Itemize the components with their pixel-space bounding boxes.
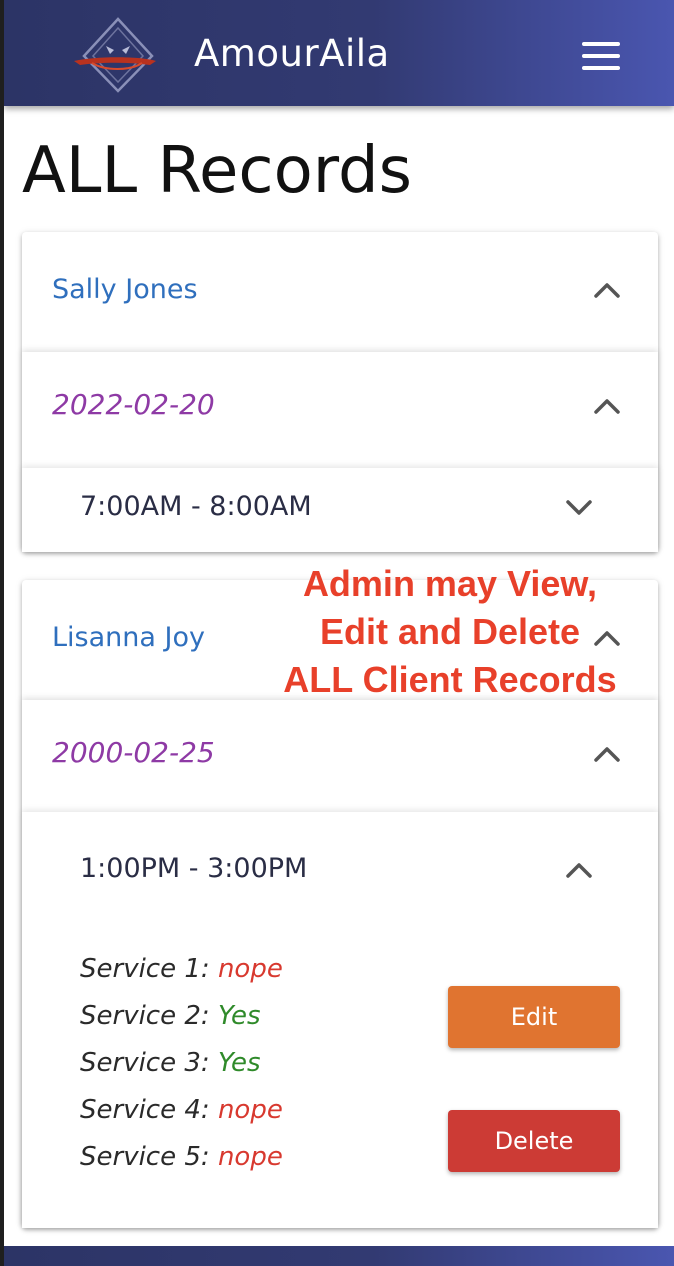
service-label: Service 1: [80, 954, 210, 984]
app-title[interactable]: AmourAila [194, 31, 390, 77]
app-logo-icon[interactable] [70, 16, 162, 94]
edit-button[interactable]: Edit [448, 986, 620, 1048]
service-row: Service 3: Yes [80, 1046, 261, 1080]
record-date[interactable]: 2022-02-20 [52, 388, 215, 422]
chevron-up-icon[interactable] [592, 744, 622, 764]
chevron-up-icon[interactable] [592, 280, 622, 300]
chevron-down-icon[interactable] [564, 498, 594, 518]
service-row: Service 1: nope [80, 952, 283, 986]
record-date[interactable]: 2000-02-25 [52, 736, 215, 770]
hamburger-menu-icon[interactable] [574, 36, 626, 76]
service-label: Service 2: [80, 1001, 210, 1031]
client-name[interactable]: Sally Jones [52, 273, 198, 307]
app-bar: AmourAila [4, 0, 674, 106]
date-panel: 2000-02-25 1:00PM - 3:00PM Service 1: no… [22, 700, 658, 1228]
service-row: Service 4: nope [80, 1093, 283, 1127]
admin-annotation: Admin may View, Edit and Delete ALL Clie… [240, 560, 660, 704]
service-value: nope [217, 1095, 283, 1125]
bottom-bar [4, 1246, 674, 1266]
time-slot[interactable]: 1:00PM - 3:00PM [80, 852, 307, 886]
time-slot-panel: 1:00PM - 3:00PM Service 1: nope Service … [22, 812, 658, 1228]
app-frame: AmourAila ALL Records Sally Jones 2022-0… [0, 0, 674, 1266]
annotation-line: Edit and Delete [319, 611, 581, 652]
client-record-card: Sally Jones 2022-02-20 7:00AM - 8:00AM [22, 232, 658, 552]
date-panel: 2022-02-20 7:00AM - 8:00AM [22, 352, 658, 552]
service-value: nope [217, 954, 283, 984]
page-title: ALL Records [22, 134, 412, 208]
service-label: Service 4: [80, 1095, 210, 1125]
annotation-line: Admin may View, [302, 563, 598, 604]
service-value: nope [217, 1142, 283, 1172]
time-slot-panel: 7:00AM - 8:00AM [22, 468, 658, 552]
time-slot[interactable]: 7:00AM - 8:00AM [80, 490, 312, 524]
annotation-line: ALL Client Records [283, 659, 617, 700]
service-row: Service 5: nope [80, 1140, 283, 1174]
client-name[interactable]: Lisanna Joy [52, 621, 205, 655]
service-value: Yes [217, 1001, 261, 1031]
chevron-up-icon[interactable] [564, 860, 594, 880]
chevron-up-icon[interactable] [592, 396, 622, 416]
service-label: Service 5: [80, 1142, 210, 1172]
service-label: Service 3: [80, 1048, 210, 1078]
service-row: Service 2: Yes [80, 999, 261, 1033]
delete-button[interactable]: Delete [448, 1110, 620, 1172]
service-value: Yes [217, 1048, 261, 1078]
